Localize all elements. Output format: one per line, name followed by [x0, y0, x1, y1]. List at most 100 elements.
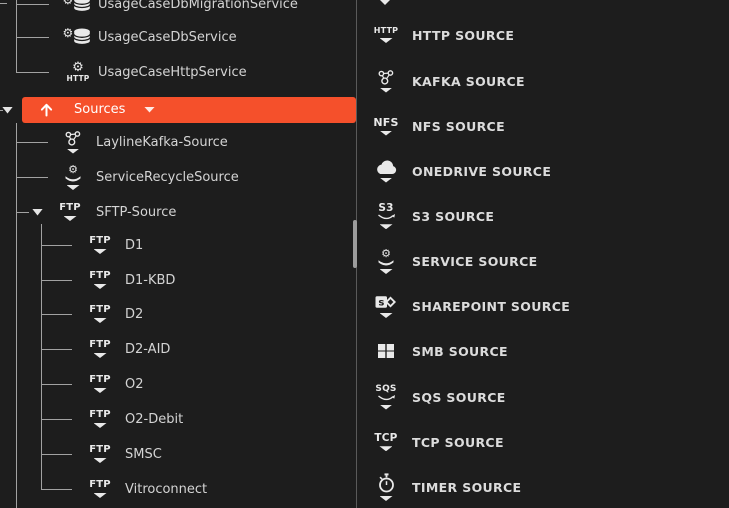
palette-item-label: S3 SOURCE [412, 208, 495, 224]
tree-item-laylinekafka-source[interactable]: LaylineKafka-Source [0, 125, 356, 160]
chevron-down-icon [379, 446, 393, 452]
tree-connector-line [41, 279, 72, 281]
tree-item-d2[interactable]: FTP D2 [0, 297, 356, 332]
app-canvas: ⚙ UsageCaseDbMigrationService ⚙ UsageCaseDb… [0, 0, 729, 508]
chevron-down-icon [379, 87, 393, 93]
palette-item-http-source[interactable]: HTTP HTTP SOURCE [357, 13, 729, 58]
palette-item-s3-source[interactable]: S3 S3 SOURCE [357, 194, 729, 239]
tree-item-usagecasehttpservice[interactable]: ⚙ HTTP UsageCaseHttpService [0, 55, 356, 90]
ftp-label-icon: FTP [89, 480, 111, 498]
http-label-icon: HTTP [374, 27, 398, 43]
palette-item-kafka-source[interactable]: KAFKA SOURCE [357, 59, 729, 104]
chevron-down-icon [93, 318, 107, 323]
tree-item-usagecasedbmigrationservice[interactable]: ⚙ UsageCaseDbMigrationService [0, 0, 356, 22]
palette-item-timer-source[interactable]: TIMER SOURCE [357, 465, 729, 508]
tree-connector-line [16, 36, 49, 38]
tree-item-servicerecyclesource[interactable]: ⚙ ServiceRecycleSource [0, 160, 356, 195]
http-service-icon: ⚙ HTTP [66, 60, 90, 84]
tree-item-d1-kbd[interactable]: FTP D1-KBD [0, 263, 356, 298]
tree-connector-line [16, 176, 48, 178]
tree-connector-line [41, 348, 72, 350]
gear-icon: ⚙ [381, 247, 391, 260]
tree-connector-line [41, 244, 72, 246]
ftp-label-icon: FTP [89, 340, 111, 358]
ftp-label-icon: FTP [89, 271, 111, 289]
palette-item-label: ONEDRIVE SOURCE [412, 163, 552, 179]
smile-arrow-icon [377, 214, 395, 220]
tree-connector-line [0, 109, 3, 111]
nfs-label-icon: NFS [373, 117, 398, 136]
tree-item-o2-debit[interactable]: FTP O2-Debit [0, 402, 356, 437]
tree-connector-line [16, 211, 29, 213]
chevron-down-icon [379, 177, 393, 183]
tree-item-sftp-source[interactable]: FTP SFTP-Source [0, 195, 356, 230]
tree-connector-line [41, 418, 72, 420]
tcp-label-icon: TCP [374, 433, 397, 452]
tree-item-label: UsageCaseDbMigrationService [98, 0, 298, 12]
palette-item-label: NFS SOURCE [412, 118, 505, 134]
ftp-label-icon: FTP [89, 236, 111, 254]
chevron-down-icon [379, 130, 393, 136]
tree-item-o2[interactable]: FTP O2 [0, 367, 356, 402]
s3-label-icon: S3 [377, 203, 396, 230]
tree-item-vitroconnect[interactable]: FTP Vitroconnect [0, 472, 356, 507]
sharepoint-icon: s [375, 294, 397, 318]
palette-item-nfs-source[interactable]: NFS NFS SOURCE [357, 104, 729, 149]
tree-connector-line [16, 71, 49, 73]
tree-item-sources[interactable]: Sources [0, 93, 356, 128]
smile-arrow-icon [377, 394, 395, 400]
dropdown-caret-icon[interactable] [144, 106, 155, 113]
tree-item-usagecasedbservice[interactable]: ⚙ UsageCaseDbService [0, 20, 356, 55]
tree-connector-line [41, 488, 72, 490]
palette-item-sharepoint-source[interactable]: s SHAREPOINT SOURCE [357, 284, 729, 329]
tree-item-d1[interactable]: FTP D1 [0, 228, 356, 263]
gear-icon: ⚙ [62, 26, 74, 40]
tree-item-label: O2-Debit [125, 411, 184, 427]
chevron-down-icon [379, 269, 393, 274]
tree-item-label: ServiceRecycleSource [96, 169, 239, 185]
chevron-down-icon [63, 216, 77, 221]
chevron-down-icon [379, 496, 393, 501]
palette-item-tcp-source[interactable]: TCP TCP SOURCE [357, 420, 729, 465]
tree-item-label: D1-KBD [125, 272, 176, 288]
arrow-up-icon [40, 103, 53, 116]
selected-node-highlight[interactable]: Sources [22, 96, 356, 123]
palette-item-sqs-source[interactable]: SQS SQS SOURCE [357, 375, 729, 420]
tree-item-label: Sources [74, 101, 126, 117]
chevron-down-icon [93, 353, 107, 358]
chevron-down-icon [377, 0, 393, 5]
tree-item-label: D2 [125, 306, 144, 322]
gear-icon: ⚙ [68, 163, 78, 176]
expand-arrow-icon[interactable] [2, 106, 13, 114]
palette-item-label: SQS SOURCE [412, 389, 506, 405]
palette-item-onedrive-source[interactable]: ONEDRIVE SOURCE [357, 149, 729, 194]
chevron-down-icon [379, 224, 393, 230]
palette-item-label: SMB SOURCE [412, 343, 508, 359]
palette-item-service-source[interactable]: ⚙ SERVICE SOURCE [357, 239, 729, 284]
tree-connector-line [41, 453, 72, 455]
scrollbar-thumb[interactable] [353, 220, 357, 268]
palette-item-label: HTTP SOURCE [412, 27, 515, 43]
tree-item-smsc[interactable]: FTP SMSC [0, 437, 356, 472]
chevron-down-icon [66, 185, 80, 190]
palette-item-label: KAFKA SOURCE [412, 73, 525, 89]
kafka-icon [64, 130, 82, 154]
palette-item-label: SHAREPOINT SOURCE [412, 298, 571, 314]
palette-item-smb-source[interactable]: SMB SOURCE [357, 329, 729, 374]
svg-text:s: s [378, 297, 384, 308]
chevron-down-icon [379, 404, 393, 410]
tree-item-label: LaylineKafka-Source [96, 134, 228, 150]
chevron-down-icon [93, 388, 107, 393]
chevron-down-icon [93, 284, 107, 289]
expand-arrow-icon[interactable] [32, 208, 43, 216]
ftp-label-icon: FTP [89, 305, 111, 323]
tree-item-d2-aid[interactable]: FTP D2-AID [0, 332, 356, 367]
tree-item-label: UsageCaseDbService [98, 29, 237, 45]
tree-item-label: Vitroconnect [125, 481, 208, 497]
ftp-label-icon: FTP [89, 410, 111, 428]
ftp-label-icon: FTP [89, 445, 111, 463]
db-service-icon: ⚙ [63, 0, 92, 16]
palette-item-label: SERVICE SOURCE [412, 253, 538, 269]
gear-icon: ⚙ [72, 60, 84, 76]
palette-item-label: TCP SOURCE [412, 434, 504, 450]
